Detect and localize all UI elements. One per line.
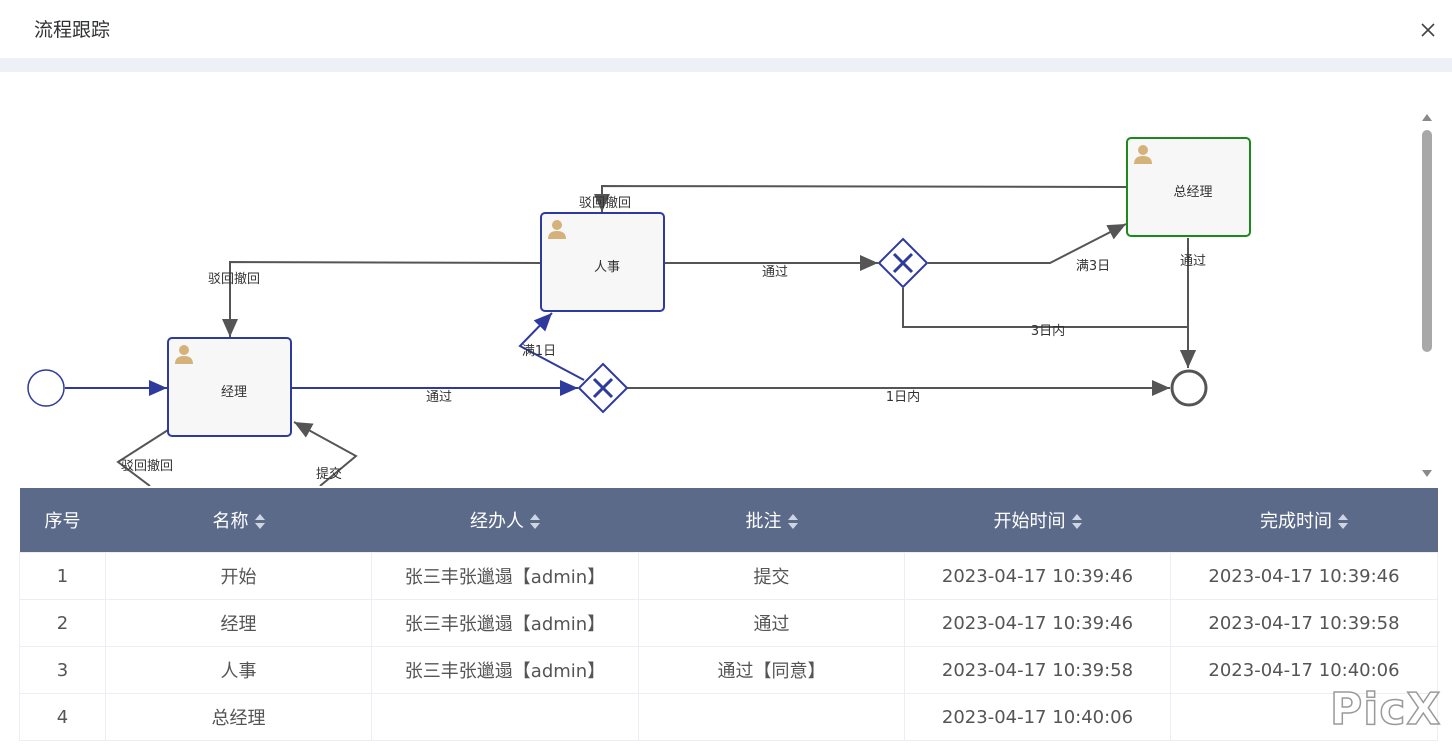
edge-label: 驳回撤回: [579, 195, 631, 211]
table-row[interactable]: 1 开始 张三丰张邋遢【admin】 提交 2023-04-17 10:39:4…: [19, 552, 1438, 600]
cell-start-time: 2023-04-17 10:39:46: [904, 552, 1171, 600]
sort-icon[interactable]: [1071, 514, 1082, 530]
column-header-comment[interactable]: 批注: [638, 488, 905, 553]
cell-handler: 张三丰张邋遢【admin】: [371, 552, 639, 600]
cell-handler: [371, 693, 639, 741]
table-header-row: 序号 名称 经办人 批注 开始时间 完成时间: [19, 488, 1438, 553]
task-general-manager-label: 总经理: [1173, 185, 1212, 200]
bpmn-canvas: 经理 人事 总经理 通过 驳回撤回 驳回撤回 驳回撤回 提交 满1日 通过 满3…: [27, 137, 1251, 486]
cell-start-time: 2023-04-17 10:40:06: [904, 693, 1171, 741]
cell-comment: [638, 693, 905, 741]
sort-icon[interactable]: [530, 514, 540, 530]
start-event: [27, 369, 65, 407]
edge-label: 1日内: [886, 389, 920, 405]
vertical-scrollbar-thumb[interactable]: [1422, 130, 1432, 352]
cell-comment: 提交: [638, 552, 905, 600]
cell-index: 4: [19, 693, 106, 741]
edge-label: 驳回撤回: [121, 458, 173, 474]
sort-icon[interactable]: [254, 514, 265, 530]
task-hr: 人事: [540, 212, 665, 312]
header-divider: [0, 58, 1452, 72]
cell-index: 1: [19, 552, 106, 600]
edge-label: 提交: [316, 466, 342, 482]
table-row[interactable]: 4 总经理 2023-04-17 10:40:06: [19, 693, 1438, 741]
cell-handler: 张三丰张邋遢【admin】: [371, 646, 639, 694]
edge-label: 满1日: [522, 344, 556, 359]
column-header-handler[interactable]: 经办人: [371, 488, 639, 553]
table-row[interactable]: 2 经理 张三丰张邋遢【admin】 通过 2023-04-17 10:39:4…: [19, 599, 1438, 647]
cell-end-time: 2023-04-17 10:39:58: [1170, 599, 1438, 647]
edge-label: 通过: [1180, 254, 1206, 269]
scroll-down-arrow[interactable]: [1422, 470, 1432, 477]
edge-gm-reject: [594, 184, 1127, 212]
edge-label: 满3日: [1076, 259, 1110, 274]
cell-handler: 张三丰张邋遢【admin】: [371, 599, 639, 647]
scroll-up-arrow[interactable]: [1422, 114, 1432, 121]
cell-name: 经理: [105, 599, 372, 647]
edge-label: 通过: [426, 390, 452, 405]
cell-name: 人事: [105, 646, 372, 694]
cell-index: 2: [19, 599, 106, 647]
sort-icon[interactable]: [787, 514, 798, 530]
task-hr-label: 人事: [594, 260, 620, 275]
cell-start-time: 2023-04-17 10:39:58: [904, 646, 1171, 694]
sort-icon[interactable]: [1338, 514, 1348, 530]
task-manager: 经理: [167, 337, 292, 437]
cell-comment: 通过: [638, 599, 905, 647]
close-icon[interactable]: [1416, 18, 1440, 42]
column-header-start-time[interactable]: 开始时间: [904, 488, 1171, 553]
dialog-title: 流程跟踪: [34, 19, 111, 41]
process-diagram[interactable]: 经理 人事 总经理 通过 驳回撤回 驳回撤回 驳回撤回 提交 满1日 通过 满3…: [0, 72, 1452, 486]
cell-name: 总经理: [105, 693, 372, 741]
task-general-manager: 总经理: [1126, 137, 1251, 237]
edge-label: 通过: [762, 265, 788, 280]
gateway-exclusive-1: [577, 362, 629, 414]
gateway-exclusive-2: [877, 237, 929, 289]
column-header-index: 序号: [19, 488, 106, 553]
edge-label: 驳回撤回: [208, 271, 260, 287]
cell-end-time: 2023-04-17 10:39:46: [1170, 552, 1438, 600]
edge-manager-reject: [116, 429, 169, 486]
cell-index: 3: [19, 646, 106, 694]
cell-start-time: 2023-04-17 10:39:46: [904, 599, 1171, 647]
task-manager-label: 经理: [221, 385, 247, 400]
column-header-name[interactable]: 名称: [105, 488, 372, 553]
edge-gw2-to-gm: [928, 223, 1127, 264]
dialog-header: 流程跟踪: [0, 0, 1452, 58]
cell-comment: 通过【同意】: [638, 646, 905, 694]
cell-name: 开始: [105, 552, 372, 600]
column-header-end-time[interactable]: 完成时间: [1170, 488, 1438, 553]
edge-label: 3日内: [1031, 323, 1065, 339]
end-event: [1170, 369, 1208, 407]
trace-table: 序号 名称 经办人 批注 开始时间 完成时间 1 开始 张三丰张邋遢【admin…: [19, 488, 1438, 741]
edge-hr-reject: [222, 260, 541, 337]
table-row[interactable]: 3 人事 张三丰张邋遢【admin】 通过【同意】 2023-04-17 10:…: [19, 646, 1438, 694]
watermark-logo: PicX: [1329, 683, 1442, 736]
